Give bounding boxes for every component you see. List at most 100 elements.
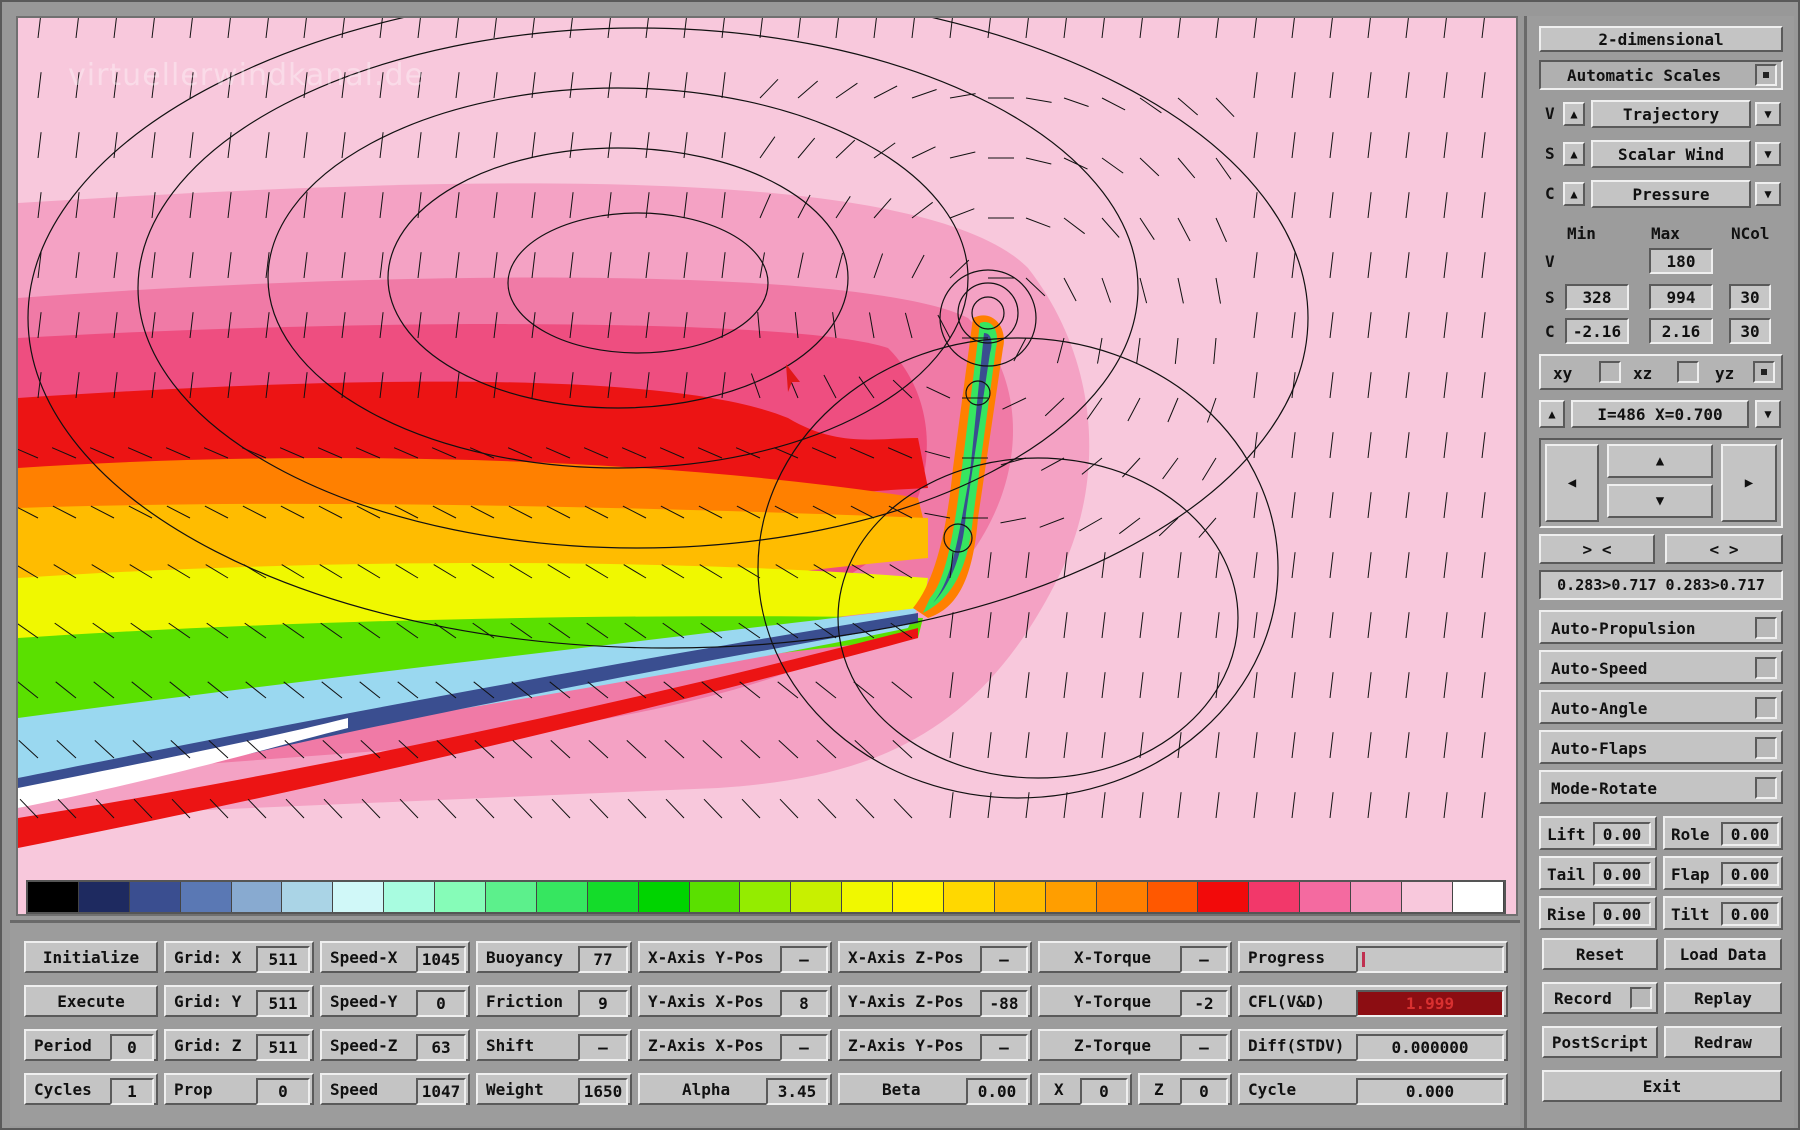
navigation-pad: ◀ ▲ ▼ ▶: [1539, 438, 1783, 528]
record-button[interactable]: Record: [1542, 982, 1658, 1014]
color-scale-swatch: [587, 882, 639, 912]
cycle-row: Cycle 0.000: [1238, 1073, 1508, 1105]
c-max-field[interactable]: 2.16: [1649, 318, 1713, 344]
replay-button[interactable]: Replay: [1664, 982, 1782, 1014]
color-scale-swatch: [1452, 882, 1504, 912]
postscript-button[interactable]: PostScript: [1542, 1026, 1658, 1058]
vector-select-row: V ▲ Trajectory ▼: [1539, 98, 1783, 130]
auto-scales-checkbox[interactable]: [1755, 64, 1777, 86]
y-axis-z-pos-value[interactable]: -88: [980, 990, 1028, 1017]
toggle-auto-flaps[interactable]: Auto-Flaps: [1539, 730, 1783, 764]
z-axis-y-pos-value[interactable]: —: [980, 1034, 1028, 1061]
buoyancy-value[interactable]: 77: [578, 946, 628, 973]
load-data-button[interactable]: Load Data: [1664, 938, 1782, 970]
grid-z-value[interactable]: 511: [256, 1034, 310, 1061]
exit-button[interactable]: Exit: [1542, 1070, 1782, 1102]
x-axis-z-pos-value[interactable]: —: [980, 946, 1028, 973]
zoom-in-button[interactable]: > <: [1539, 534, 1655, 564]
contour-up-arrow-icon[interactable]: ▲: [1563, 182, 1585, 206]
scalar-dropdown-icon[interactable]: ▼: [1755, 142, 1781, 166]
toggle-auto-flaps-checkbox[interactable]: [1755, 737, 1777, 759]
x-axis-y-pos-value[interactable]: —: [780, 946, 828, 973]
color-scale-swatch: [689, 882, 741, 912]
plane-xz-checkbox[interactable]: [1677, 361, 1699, 383]
speed-y-value[interactable]: 0: [416, 990, 466, 1017]
grid-y-value[interactable]: 511: [256, 990, 310, 1017]
speed-z-value[interactable]: 63: [416, 1034, 466, 1061]
alpha-value[interactable]: 3.45: [766, 1078, 828, 1105]
contour-dropdown-icon[interactable]: ▼: [1755, 182, 1781, 206]
c-ncol-field[interactable]: 30: [1729, 318, 1771, 344]
plane-xz-label: xz: [1633, 364, 1653, 383]
shift-label: Shift: [486, 1035, 535, 1055]
prop-value[interactable]: 0: [256, 1078, 310, 1105]
control-role-value[interactable]: 0.00: [1721, 822, 1779, 846]
beta-label: Beta: [882, 1079, 921, 1099]
beta-value[interactable]: 0.00: [966, 1078, 1028, 1105]
mode-2d-button[interactable]: 2-dimensional: [1539, 26, 1783, 52]
friction-value[interactable]: 9: [578, 990, 628, 1017]
view-range-display: 0.283>0.717 0.283>0.717: [1539, 570, 1783, 600]
contour-select-row: C ▲ Pressure ▼: [1539, 178, 1783, 210]
c-min-field[interactable]: -2.16: [1565, 318, 1629, 344]
shift-param: Shift —: [476, 1029, 632, 1061]
scalar-up-arrow-icon[interactable]: ▲: [1563, 142, 1585, 166]
shift-value[interactable]: —: [578, 1034, 628, 1061]
slice-down-icon[interactable]: ▼: [1755, 400, 1781, 428]
control-lift: Lift 0.00: [1539, 816, 1657, 850]
speed-value[interactable]: 1047: [416, 1078, 466, 1105]
s-max-field[interactable]: 994: [1649, 284, 1713, 310]
plane-xy-checkbox[interactable]: [1599, 361, 1621, 383]
weight-param: Weight 1650: [476, 1073, 632, 1105]
vector-dropdown-icon[interactable]: ▼: [1755, 102, 1781, 126]
auto-scales-label: Automatic Scales: [1567, 66, 1722, 85]
auto-scales-row[interactable]: Automatic Scales: [1539, 60, 1783, 90]
toggle-mode-rotate-checkbox[interactable]: [1755, 777, 1777, 799]
toggle-auto-speed[interactable]: Auto-Speed: [1539, 650, 1783, 684]
toggle-auto-angle-checkbox[interactable]: [1755, 697, 1777, 719]
s-ncol-field[interactable]: 30: [1729, 284, 1771, 310]
toggle-mode-rotate[interactable]: Mode-Rotate: [1539, 770, 1783, 804]
y-axis-x-pos-value[interactable]: 8: [780, 990, 828, 1017]
initialize-button[interactable]: Initialize: [24, 941, 158, 973]
grid-x-value[interactable]: 511: [256, 946, 310, 973]
s-min-field[interactable]: 328: [1565, 284, 1629, 310]
z-torque-value[interactable]: —: [1180, 1034, 1228, 1061]
vector-select[interactable]: Trajectory: [1591, 100, 1751, 128]
visualization-canvas[interactable]: virtuellerwindkanal.de: [16, 16, 1518, 916]
toggle-auto-angle[interactable]: Auto-Angle: [1539, 690, 1783, 724]
plane-yz-checkbox[interactable]: [1753, 361, 1775, 383]
toggle-auto-propulsion-checkbox[interactable]: [1755, 617, 1777, 639]
scalar-select[interactable]: Scalar Wind: [1591, 140, 1751, 168]
speed-x-value[interactable]: 1045: [416, 946, 466, 973]
pan-down-icon[interactable]: ▼: [1607, 484, 1713, 518]
y-torque-value[interactable]: -2: [1180, 990, 1228, 1017]
z-value[interactable]: 0: [1180, 1078, 1228, 1105]
pan-left-icon[interactable]: ◀: [1545, 444, 1599, 522]
pan-up-icon[interactable]: ▲: [1607, 444, 1713, 478]
execute-button[interactable]: Execute: [24, 985, 158, 1017]
slice-position[interactable]: I=486 X=0.700: [1571, 400, 1749, 428]
period-value[interactable]: 0: [110, 1034, 154, 1061]
redraw-button[interactable]: Redraw: [1664, 1026, 1782, 1058]
v-max-field[interactable]: 180: [1649, 248, 1713, 274]
control-tail-value[interactable]: 0.00: [1593, 862, 1651, 886]
z-axis-x-pos-value[interactable]: —: [780, 1034, 828, 1061]
toggle-auto-propulsion[interactable]: Auto-Propulsion: [1539, 610, 1783, 644]
x-value[interactable]: 0: [1080, 1078, 1128, 1105]
cycles-value[interactable]: 1: [110, 1078, 154, 1105]
toggle-auto-speed-checkbox[interactable]: [1755, 657, 1777, 679]
reset-button[interactable]: Reset: [1542, 938, 1658, 970]
weight-value[interactable]: 1650: [578, 1078, 628, 1105]
control-flap-value[interactable]: 0.00: [1721, 862, 1779, 886]
contour-select[interactable]: Pressure: [1591, 180, 1751, 208]
pan-right-icon[interactable]: ▶: [1721, 444, 1777, 522]
x-torque-value[interactable]: —: [1180, 946, 1228, 973]
slice-up-icon[interactable]: ▲: [1539, 400, 1565, 428]
progress-label: Progress: [1248, 947, 1326, 967]
control-lift-value[interactable]: 0.00: [1593, 822, 1651, 846]
zoom-out-button[interactable]: < >: [1665, 534, 1783, 564]
vector-up-arrow-icon[interactable]: ▲: [1563, 102, 1585, 126]
x-label: X: [1054, 1079, 1064, 1099]
record-checkbox[interactable]: [1630, 987, 1652, 1009]
